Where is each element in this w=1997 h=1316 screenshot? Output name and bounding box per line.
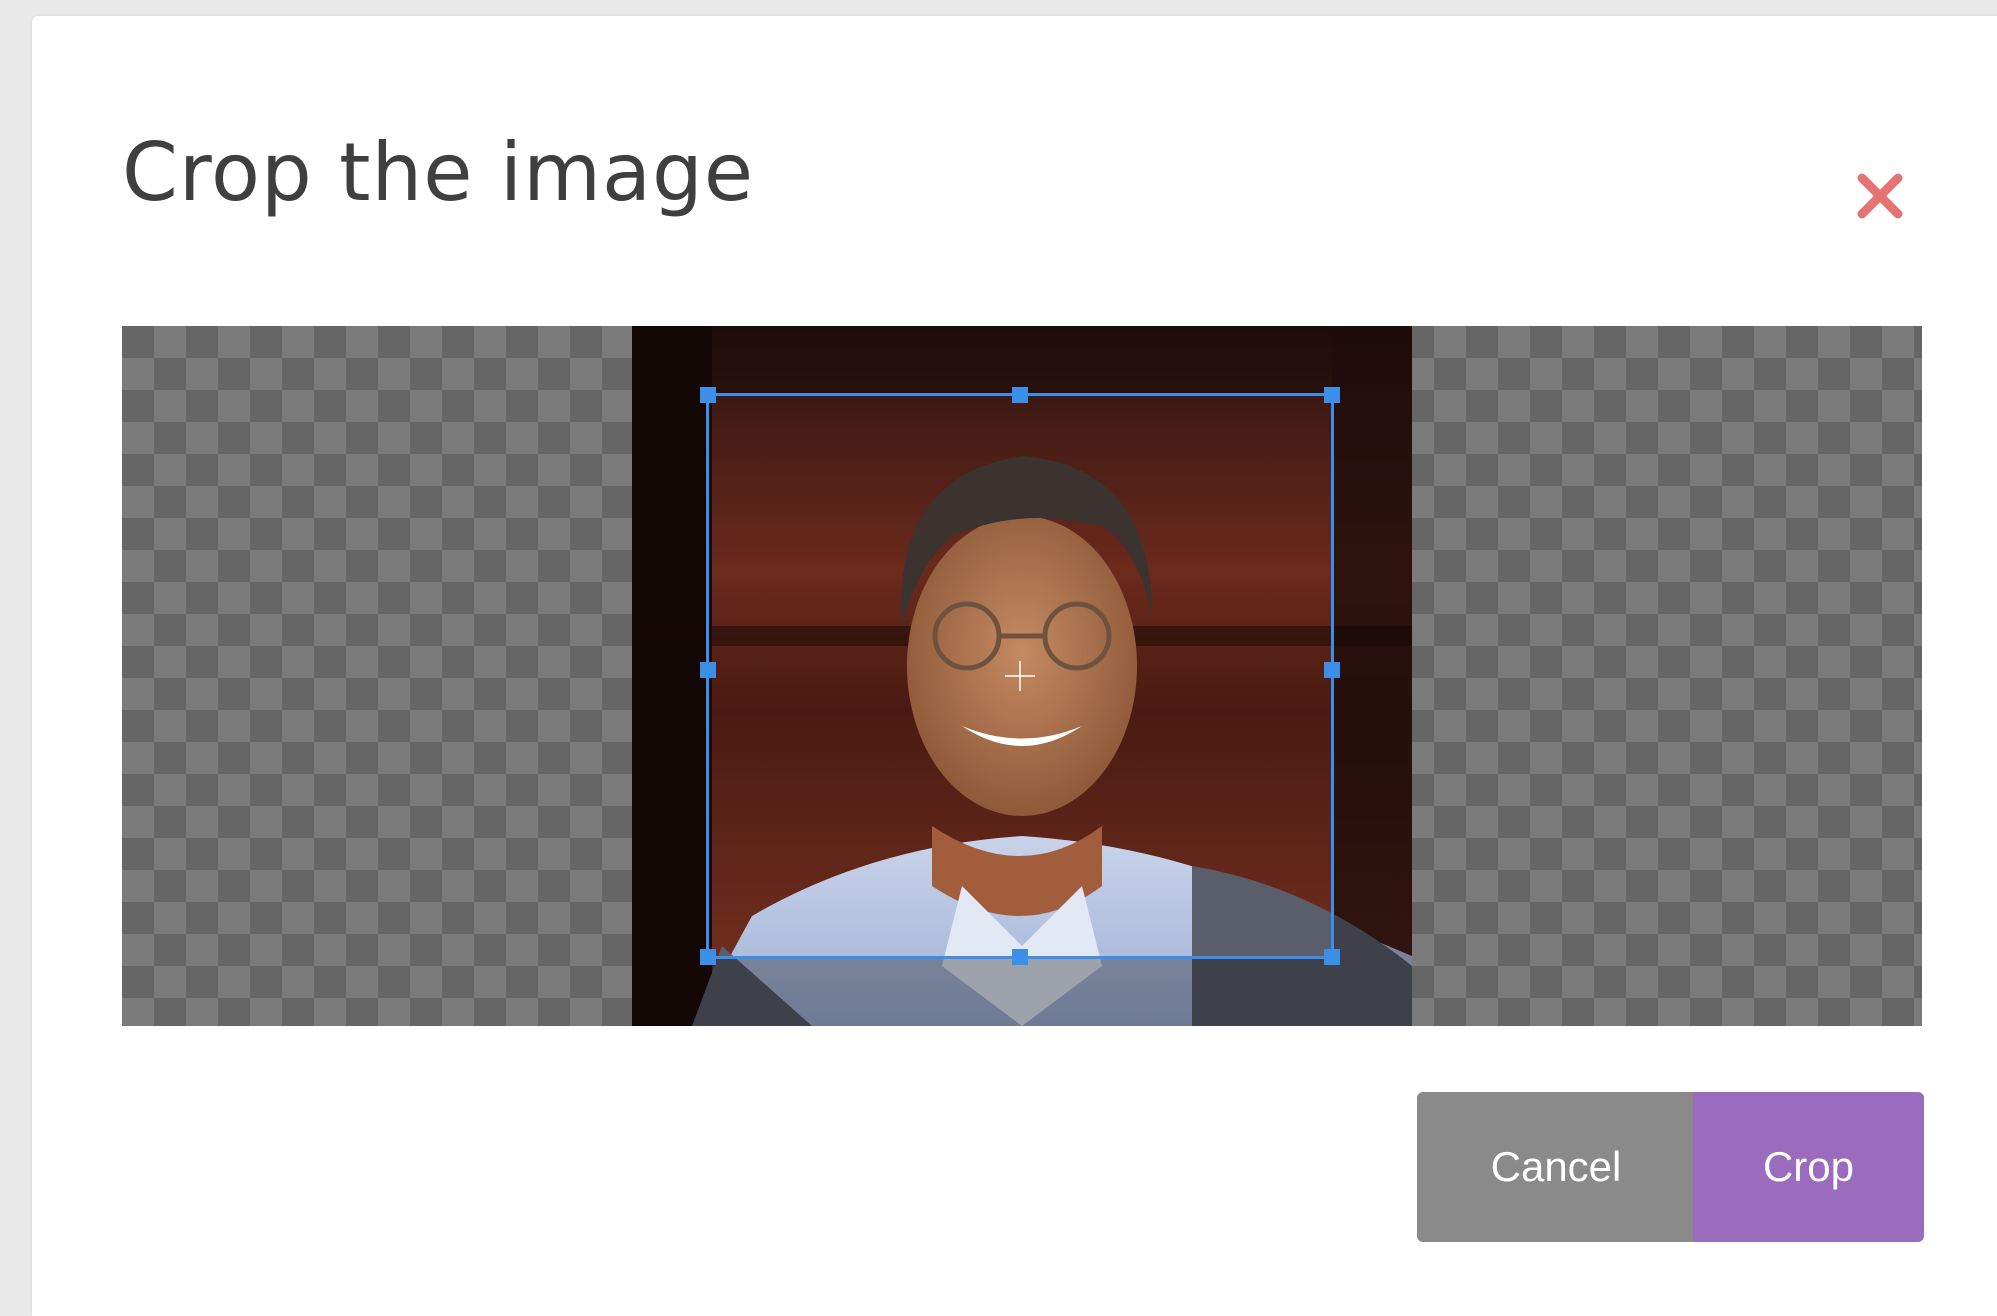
crop-handle-top[interactable] xyxy=(1012,387,1028,403)
crosshair-icon xyxy=(1005,661,1035,691)
crop-handle-top-left[interactable] xyxy=(700,387,716,403)
crop-handle-bottom-right[interactable] xyxy=(1324,949,1340,965)
crop-canvas[interactable] xyxy=(122,326,1922,1026)
crop-handle-top-right[interactable] xyxy=(1324,387,1340,403)
crop-selection-box[interactable] xyxy=(700,387,1340,965)
crop-dialog: Crop the image Cancel Crop xyxy=(32,16,1997,1316)
close-icon[interactable] xyxy=(1850,166,1910,226)
crop-handle-right[interactable] xyxy=(1324,662,1340,678)
crop-handle-bottom-left[interactable] xyxy=(700,949,716,965)
crop-button[interactable]: Crop xyxy=(1693,1092,1924,1242)
dialog-title: Crop the image xyxy=(122,126,755,219)
crop-handle-left[interactable] xyxy=(700,662,716,678)
crop-handle-bottom[interactable] xyxy=(1012,949,1028,965)
cancel-button[interactable]: Cancel xyxy=(1417,1092,1695,1242)
